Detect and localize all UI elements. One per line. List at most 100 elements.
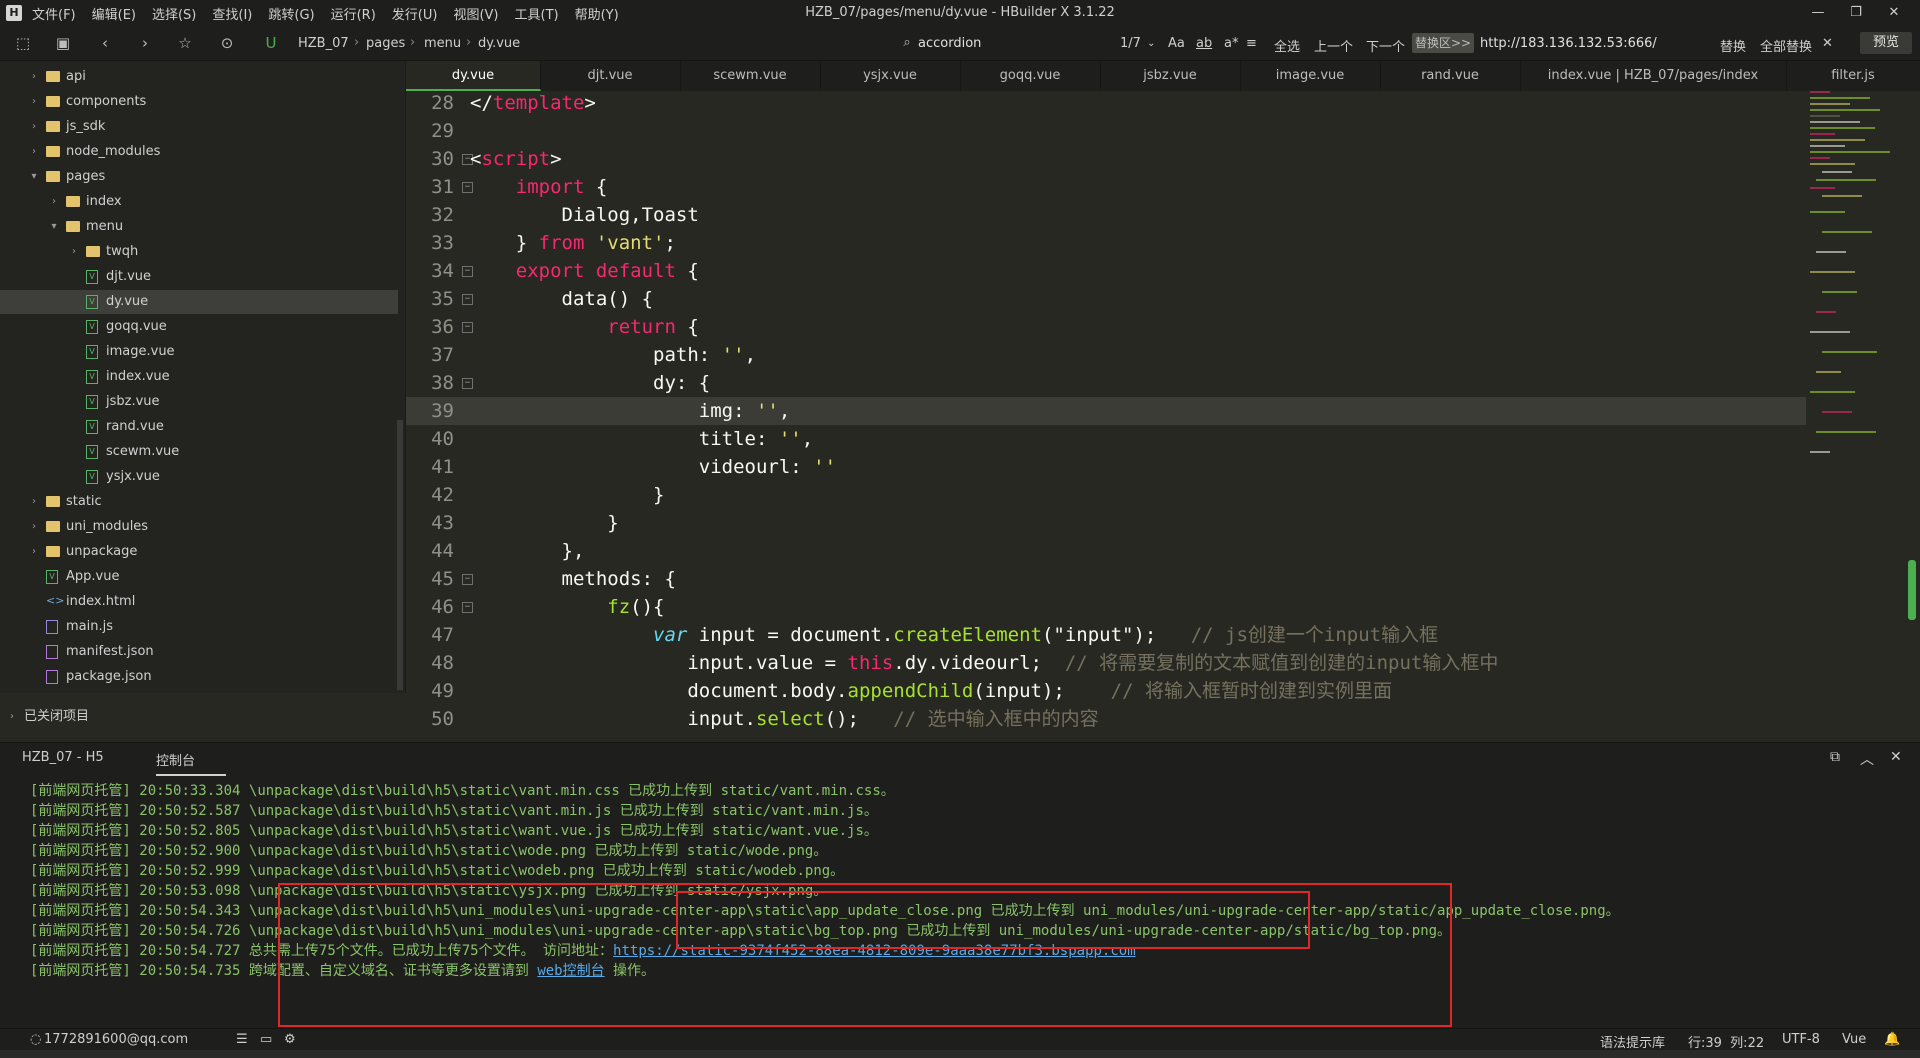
tree-item[interactable]: manifest.json <box>0 640 398 664</box>
chevron-right-icon[interactable]: › <box>28 515 40 539</box>
log-link[interactable]: https://static-9374f452-88ea-4812-809e-9… <box>613 943 1136 959</box>
menu-item[interactable]: 选择(S) <box>152 4 196 23</box>
tree-item[interactable]: Vjsbz.vue <box>0 390 398 414</box>
editor-tab[interactable]: djt.vue <box>540 61 681 91</box>
forward-icon[interactable]: › <box>136 34 154 52</box>
menu-item[interactable]: 发行(U) <box>392 4 438 23</box>
chevron-right-icon[interactable]: › <box>28 490 40 514</box>
whole-word-toggle[interactable]: ab <box>1196 36 1212 51</box>
code-line[interactable]: 33 } from 'vant'; <box>406 229 1806 257</box>
chevron-right-icon[interactable]: › <box>28 115 40 139</box>
editor-scrollbar[interactable] <box>1908 560 1916 620</box>
tree-item[interactable]: › node_modules <box>0 140 398 164</box>
editor-tab[interactable]: rand.vue <box>1380 61 1521 91</box>
chevron-down-icon[interactable]: ⌄ <box>1147 38 1155 49</box>
code-line[interactable]: 48 input.value = this.dy.videourl; // 将需… <box>406 649 1806 677</box>
hint-library[interactable]: 语法提示库 <box>1600 1032 1665 1051</box>
sidebar-scrollbar[interactable] <box>397 420 403 690</box>
code-line[interactable]: 49 document.body.appendChild(input); // … <box>406 677 1806 705</box>
code-line[interactable]: 32 Dialog,Toast <box>406 201 1806 229</box>
breadcrumb-pages[interactable]: pages <box>366 36 405 51</box>
editor-tab[interactable]: ysjx.vue <box>820 61 961 91</box>
breadcrumb-file[interactable]: dy.vue <box>478 36 520 51</box>
regex-toggle[interactable]: a* <box>1224 36 1238 51</box>
code-editor[interactable]: 28 </template> 29 30− <script> 31− import {32… <box>406 91 1920 731</box>
tree-item[interactable]: › index <box>0 190 398 214</box>
collapse-icon[interactable]: ︿ <box>1860 749 1874 769</box>
tree-item[interactable]: Vimage.vue <box>0 340 398 364</box>
breadcrumb-project[interactable]: HZB_07 <box>298 36 349 51</box>
tree-item[interactable]: Vysjx.vue <box>0 465 398 489</box>
code-line[interactable]: 42 } <box>406 481 1806 509</box>
user-account[interactable]: 1772891600@qq.com <box>44 1032 188 1047</box>
console-tab-h5[interactable]: HZB_07 - H5 <box>22 750 104 765</box>
tree-item[interactable]: <> index.html <box>0 590 398 614</box>
editor-tab[interactable]: jsbz.vue <box>1100 61 1241 91</box>
chevron-down-icon[interactable]: ▾ <box>48 215 60 239</box>
menu-item[interactable]: 跳转(G) <box>268 4 314 23</box>
tree-item[interactable]: › twqh <box>0 240 398 264</box>
restore-icon[interactable]: ❐ <box>1838 3 1874 23</box>
chevron-right-icon[interactable]: › <box>28 65 40 89</box>
close-all-icon[interactable]: ✕ <box>1890 749 1902 765</box>
closed-projects[interactable]: › 已关闭项目 <box>0 705 405 729</box>
code-line[interactable]: 31− import { <box>406 173 1806 201</box>
terminal-icon[interactable]: ▭ <box>260 1032 272 1047</box>
code-line[interactable]: 37 path: '', <box>406 341 1806 369</box>
cursor-position[interactable]: 行:39 列:22 <box>1688 1032 1764 1051</box>
new-file-icon[interactable]: ⬚ <box>14 34 32 52</box>
code-line[interactable]: 29 <box>406 117 1806 145</box>
editor-tab[interactable]: image.vue <box>1240 61 1381 91</box>
find-next-button[interactable]: 下一个 <box>1366 36 1405 55</box>
tree-item[interactable]: Vgoqq.vue <box>0 315 398 339</box>
replace-button[interactable]: 替换 <box>1720 36 1746 55</box>
notification-icon[interactable]: 🔔 <box>1884 1032 1900 1047</box>
find-options-icon[interactable]: ≡ <box>1246 36 1257 51</box>
menu-item[interactable]: 运行(R) <box>331 4 376 23</box>
settings-icon[interactable]: ⚙ <box>284 1032 296 1047</box>
menu-item[interactable]: 查找(I) <box>212 4 252 23</box>
tree-item[interactable]: › js_sdk <box>0 115 398 139</box>
console-tab-console[interactable]: 控制台 <box>156 750 226 776</box>
tree-item[interactable]: Vdjt.vue <box>0 265 398 289</box>
select-all-button[interactable]: 全选 <box>1274 36 1300 55</box>
tree-item[interactable]: ▾ pages <box>0 165 398 189</box>
editor-tab[interactable]: filter.js <box>1786 61 1920 91</box>
list-icon[interactable]: ☰ <box>236 1032 248 1047</box>
code-line[interactable]: 43 } <box>406 509 1806 537</box>
code-line[interactable]: 30− <script> <box>406 145 1806 173</box>
run-icon[interactable]: ⊙ <box>218 34 236 52</box>
chevron-right-icon[interactable]: › <box>68 240 80 264</box>
log-link[interactable]: web控制台 <box>537 963 604 979</box>
editor-tab[interactable]: scewm.vue <box>680 61 821 91</box>
tree-item[interactable]: Vindex.vue <box>0 365 398 389</box>
language-mode[interactable]: Vue <box>1842 1032 1866 1047</box>
chevron-right-icon[interactable]: › <box>28 540 40 564</box>
search-input[interactable] <box>918 34 1108 52</box>
match-case-toggle[interactable]: Aa <box>1168 36 1185 51</box>
menu-item[interactable]: 视图(V) <box>453 4 498 23</box>
tree-item[interactable]: Vscewm.vue <box>0 440 398 464</box>
code-line[interactable]: 34− export default { <box>406 257 1806 285</box>
code-line[interactable]: 38− dy: { <box>406 369 1806 397</box>
code-line[interactable]: 36− return { <box>406 313 1806 341</box>
minimap[interactable] <box>1810 91 1920 611</box>
chevron-right-icon[interactable]: › <box>28 140 40 164</box>
code-line[interactable]: 40 title: '', <box>406 425 1806 453</box>
menu-item[interactable]: 工具(T) <box>515 4 559 23</box>
menu-item[interactable]: 文件(F) <box>32 4 76 23</box>
chevron-down-icon[interactable]: ▾ <box>28 165 40 189</box>
favorite-icon[interactable]: ☆ <box>176 34 194 52</box>
chevron-right-icon[interactable]: › <box>48 190 60 214</box>
save-icon[interactable]: ▣ <box>54 34 72 52</box>
preview-button[interactable]: 预览 <box>1860 32 1912 54</box>
replace-toggle-button[interactable]: 替换区>> <box>1412 33 1474 53</box>
code-line[interactable]: 50 input.select(); // 选中输入框中的内容 <box>406 705 1806 731</box>
tree-item[interactable]: V App.vue <box>0 565 398 589</box>
code-line[interactable]: 28 </template> <box>406 91 1806 117</box>
menu-item[interactable]: 帮助(Y) <box>575 4 619 23</box>
tree-item[interactable]: main.js <box>0 615 398 639</box>
open-external-icon[interactable]: ⧉ <box>1830 749 1840 765</box>
minimize-icon[interactable]: — <box>1800 3 1836 23</box>
tree-item[interactable]: package.json <box>0 665 398 689</box>
